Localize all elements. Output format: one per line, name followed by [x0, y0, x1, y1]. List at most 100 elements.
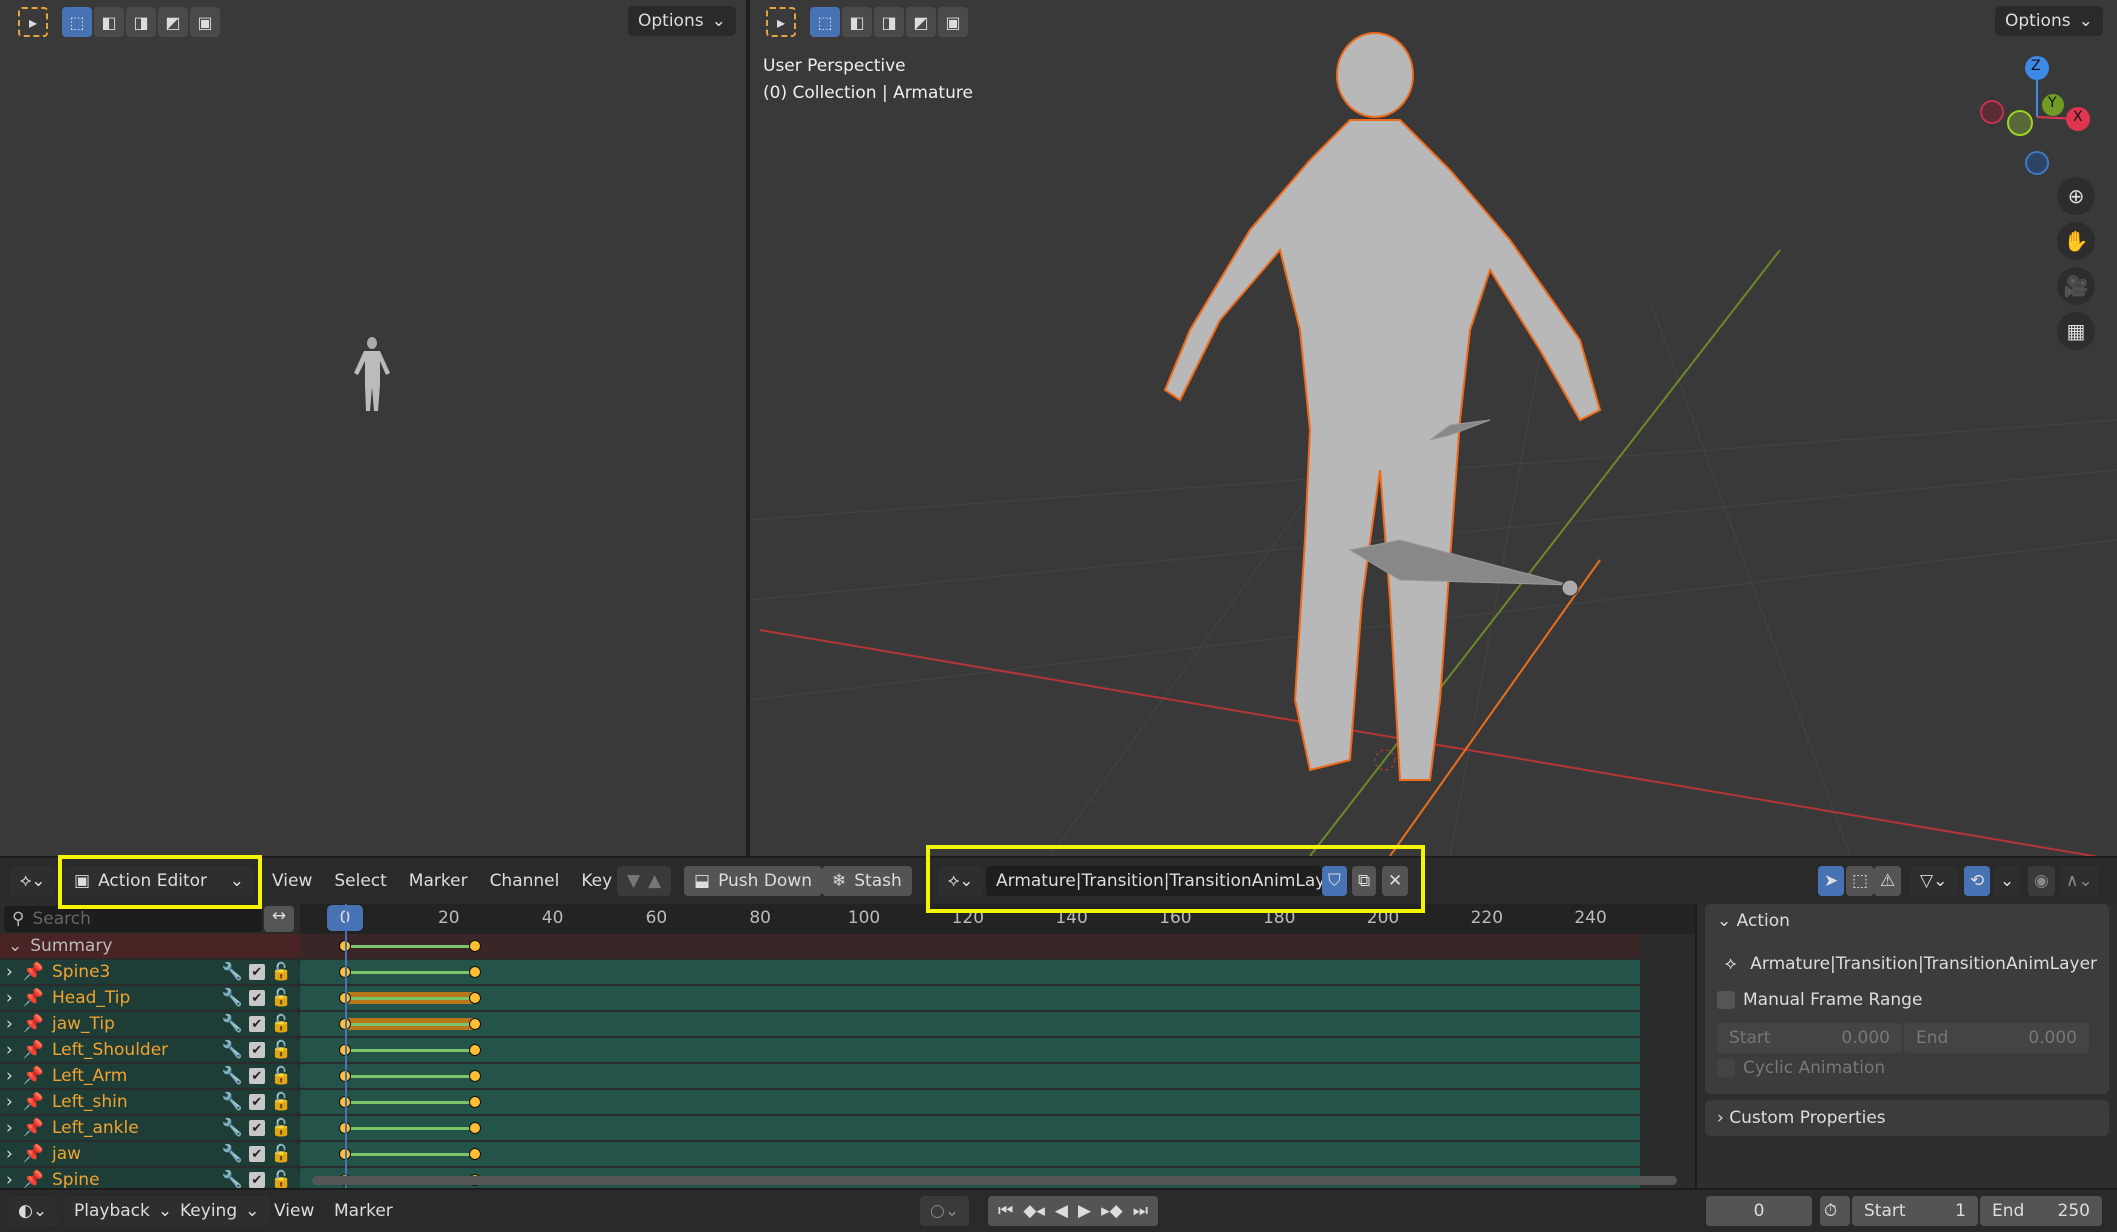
pan-hand-icon[interactable]: ✋ [2057, 222, 2095, 260]
select-invert-icon[interactable]: ◩ [906, 7, 936, 37]
custom-properties-panel[interactable]: › Custom Properties [1705, 1100, 2109, 1136]
channel-row[interactable]: › 📌 Spine 🔧 ✔ 🔓 [0, 1168, 300, 1188]
select-intersect-icon[interactable]: ▣ [938, 7, 968, 37]
wrench-icon[interactable]: 🔧 [222, 1066, 243, 1086]
navigation-gizmo[interactable]: Z Y X [1980, 55, 2100, 175]
action-name-field[interactable]: Armature|Transition|TransitionAnimLayer [986, 866, 1343, 896]
keyframe[interactable] [468, 940, 481, 952]
pin-icon[interactable]: 📌 [23, 962, 44, 982]
menu-marker[interactable]: Marker [334, 1201, 393, 1221]
action-browse-dropdown[interactable]: ⟡⌄ [938, 866, 984, 896]
lock-icon[interactable]: 🔓 [271, 1092, 292, 1112]
unlink-action-button[interactable]: ✕ [1382, 866, 1409, 896]
channel-track[interactable] [300, 1038, 1640, 1062]
manual-frame-range-checkbox[interactable]: Manual Frame Range [1717, 990, 1922, 1010]
wrench-icon[interactable]: 🔧 [222, 962, 243, 982]
arrow-down-icon[interactable]: ▼ [627, 871, 640, 891]
channel-track[interactable] [300, 1090, 1640, 1114]
show-hidden-toggle[interactable]: ⬚ [1846, 866, 1875, 896]
play-icon[interactable]: ▶ [1078, 1201, 1091, 1221]
lock-icon[interactable]: 🔓 [271, 1170, 292, 1188]
mute-checkbox[interactable]: ✔ [248, 1094, 265, 1110]
auto-snap-toggle[interactable]: ⟲ [1964, 866, 1991, 896]
left-viewport[interactable]: ▸ ⬚ ◧ ◨ ◩ ▣ Options ⌄ [0, 0, 746, 856]
chevron-right-icon[interactable]: › [6, 1040, 13, 1060]
preview-range-toggle[interactable]: ⏱ [1820, 1196, 1850, 1226]
mute-checkbox[interactable]: ✔ [248, 1120, 265, 1136]
pin-icon[interactable]: 📌 [23, 1118, 44, 1138]
frame-ruler[interactable]: 20 40 60 80 100 120 140 160 180 200 220 240 [300, 904, 1695, 934]
jump-end-icon[interactable]: ⏭ [1133, 1201, 1148, 1221]
push-down-button[interactable]: ⬓ Push Down [684, 866, 822, 896]
chevron-right-icon[interactable]: › [6, 1170, 13, 1188]
chevron-right-icon[interactable]: › [6, 1144, 13, 1164]
summary-track[interactable] [300, 934, 1640, 958]
channel-track[interactable] [300, 1064, 1640, 1088]
wrench-icon[interactable]: 🔧 [222, 1144, 243, 1164]
pin-icon[interactable]: 📌 [23, 1014, 44, 1034]
summary-channel[interactable]: ⌄ Summary [0, 934, 300, 958]
play-reverse-icon[interactable]: ◀ [1055, 1201, 1068, 1221]
lock-icon[interactable]: 🔓 [271, 1118, 292, 1138]
lock-icon[interactable]: 🔓 [271, 1014, 292, 1034]
mute-checkbox[interactable]: ✔ [248, 990, 265, 1006]
layer-nav-buttons[interactable]: ▼ ▲ [617, 866, 672, 896]
wrench-icon[interactable]: 🔧 [222, 1118, 243, 1138]
camera-icon[interactable]: 🎥 [2057, 267, 2095, 305]
menu-marker[interactable]: Marker [409, 871, 468, 891]
editor-type-dropdown[interactable]: ⟡⌄ [10, 866, 56, 896]
select-new-icon[interactable]: ⬚ [62, 7, 92, 37]
keyframe[interactable] [468, 992, 481, 1004]
proportional-edit-toggle[interactable]: ◉ [2028, 866, 2055, 896]
wrench-icon[interactable]: 🔧 [222, 1014, 243, 1034]
checkbox[interactable] [1717, 991, 1735, 1009]
options-dropdown[interactable]: Options ⌄ [1995, 6, 2103, 36]
chevron-right-icon[interactable]: › [6, 1118, 13, 1138]
pin-icon[interactable]: 📌 [23, 1092, 44, 1112]
channel-track[interactable] [300, 1116, 1640, 1140]
end-frame-field[interactable]: End 250 [1980, 1196, 2102, 1226]
menu-view[interactable]: View [274, 1201, 314, 1221]
channel-row[interactable]: › 📌 jaw 🔧 ✔ 🔓 [0, 1142, 300, 1166]
chevron-right-icon[interactable]: › [6, 1092, 13, 1112]
channel-row[interactable]: › 📌 Head_Tip 🔧 ✔ 🔓 [0, 986, 300, 1010]
mute-checkbox[interactable]: ✔ [248, 1068, 265, 1084]
chevron-right-icon[interactable]: › [6, 1066, 13, 1086]
channel-track[interactable] [300, 960, 1640, 984]
chevron-right-icon[interactable]: › [6, 962, 13, 982]
channel-row[interactable]: › 📌 Left_ankle 🔧 ✔ 🔓 [0, 1116, 300, 1140]
select-tool-icon[interactable]: ▸ [766, 7, 796, 37]
ortho-grid-icon[interactable]: ▦ [2057, 312, 2095, 350]
select-subtract-icon[interactable]: ◨ [126, 7, 156, 37]
wrench-icon[interactable]: 🔧 [222, 1092, 243, 1112]
menu-key[interactable]: Key [581, 871, 612, 891]
options-dropdown[interactable]: Options ⌄ [628, 6, 736, 36]
filter-dropdown[interactable]: ▽⌄ [1910, 866, 1958, 896]
pin-icon[interactable]: 📌 [23, 988, 44, 1008]
channel-track[interactable] [300, 1142, 1640, 1166]
channel-track[interactable] [300, 1012, 1640, 1036]
lock-icon[interactable]: 🔓 [271, 1066, 292, 1086]
horizontal-scrollbar[interactable] [312, 1176, 1677, 1185]
chevron-right-icon[interactable]: › [6, 1014, 13, 1034]
menu-select[interactable]: Select [334, 871, 386, 891]
select-tool-icon[interactable]: ▸ [18, 7, 48, 37]
wrench-icon[interactable]: 🔧 [222, 988, 243, 1008]
mode-dropdown[interactable]: ▣ Action Editor ⌄ [64, 866, 254, 896]
keyframe[interactable] [468, 1096, 481, 1108]
keyframe[interactable] [468, 1018, 481, 1030]
arrow-up-icon[interactable]: ▲ [648, 871, 661, 891]
channel-row[interactable]: › 📌 Spine3 🔧 ✔ 🔓 [0, 960, 300, 984]
pin-icon[interactable]: 📌 [23, 1066, 44, 1086]
right-viewport[interactable]: ▸ ⬚ ◧ ◨ ◩ ▣ Options ⌄ User Perspective (0… [750, 0, 2117, 856]
falloff-dropdown[interactable]: ∧⌄ [2060, 866, 2099, 896]
only-selected-toggle[interactable]: ➤ [1818, 866, 1845, 896]
lock-icon[interactable]: 🔓 [271, 988, 292, 1008]
lock-icon[interactable]: 🔓 [271, 1040, 292, 1060]
snap-dropdown[interactable]: ⌄ [1994, 866, 2021, 896]
lock-icon[interactable]: 🔓 [271, 962, 292, 982]
select-extend-icon[interactable]: ◧ [94, 7, 124, 37]
auto-keying-toggle[interactable]: ○⌄ [920, 1196, 970, 1226]
menu-channel[interactable]: Channel [490, 871, 560, 891]
start-frame-field[interactable]: Start 1 [1852, 1196, 1978, 1226]
